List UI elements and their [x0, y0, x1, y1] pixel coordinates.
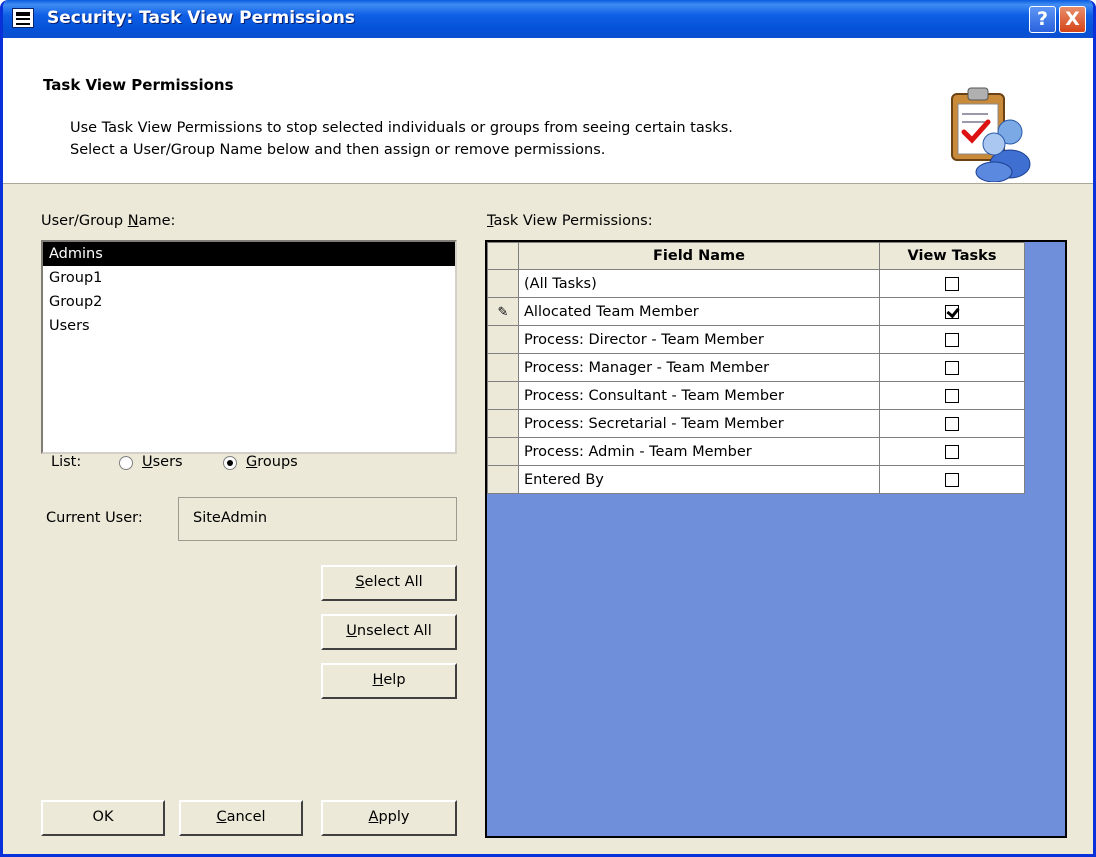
- radio-users-label[interactable]: Users: [142, 454, 183, 470]
- table-row[interactable]: Process: Manager - Team Member: [487, 353, 1025, 382]
- view-tasks-cell[interactable]: [879, 381, 1025, 410]
- header-description-line2: Select a User/Group Name below and then …: [70, 142, 606, 158]
- field-name-header[interactable]: Field Name: [518, 242, 880, 270]
- list-label: List:: [51, 454, 82, 470]
- field-name-cell[interactable]: Process: Secretarial - Team Member: [518, 409, 880, 438]
- header-panel: Task View Permissions Use Task View Perm…: [3, 38, 1093, 184]
- current-user-value: SiteAdmin: [193, 510, 268, 526]
- table-row[interactable]: (All Tasks): [487, 269, 1025, 298]
- close-button[interactable]: X: [1059, 6, 1086, 33]
- header-description-line1: Use Task View Permissions to stop select…: [70, 120, 733, 136]
- user-group-listbox[interactable]: Admins Group1 Group2 Users: [41, 240, 457, 454]
- view-tasks-checkbox[interactable]: [945, 360, 959, 375]
- view-tasks-checkbox[interactable]: [945, 304, 959, 319]
- table-row[interactable]: Process: Consultant - Team Member: [487, 381, 1025, 410]
- header-description: Use Task View Permissions to stop select…: [70, 117, 733, 161]
- view-tasks-checkbox[interactable]: [945, 472, 959, 487]
- row-selector-header: [487, 242, 519, 270]
- field-name-cell[interactable]: Allocated Team Member: [518, 297, 880, 326]
- user-group-label: User/Group Name:: [41, 213, 176, 229]
- field-name-cell[interactable]: Entered By: [518, 465, 880, 494]
- pencil-icon: ✎: [497, 304, 509, 320]
- help-title-button[interactable]: ?: [1029, 6, 1056, 33]
- row-selector[interactable]: [487, 325, 519, 354]
- title-bar[interactable]: Security: Task View Permissions ? X: [3, 0, 1093, 38]
- list-item[interactable]: Group2: [43, 290, 455, 314]
- table-row[interactable]: Process: Secretarial - Team Member: [487, 409, 1025, 438]
- row-selector[interactable]: [487, 381, 519, 410]
- field-name-cell[interactable]: (All Tasks): [518, 269, 880, 298]
- security-permissions-icon: [951, 87, 1031, 182]
- unselect-all-button[interactable]: Unselect All: [321, 614, 457, 650]
- permissions-grid[interactable]: Field Name View Tasks (All Tasks) ✎ Alloca…: [485, 240, 1067, 838]
- list-item[interactable]: Users: [43, 314, 455, 338]
- view-tasks-cell[interactable]: [879, 269, 1025, 298]
- permissions-table: Field Name View Tasks (All Tasks) ✎ Alloca…: [487, 242, 1025, 494]
- current-user-field: SiteAdmin: [178, 497, 457, 541]
- apply-button[interactable]: Apply: [321, 800, 457, 836]
- view-tasks-checkbox[interactable]: [945, 276, 959, 291]
- row-selector[interactable]: [487, 465, 519, 494]
- view-tasks-cell[interactable]: [879, 325, 1025, 354]
- table-row[interactable]: Entered By: [487, 465, 1025, 494]
- view-tasks-header[interactable]: View Tasks: [879, 242, 1025, 270]
- dialog-window: Security: Task View Permissions ? X Task…: [0, 0, 1096, 857]
- field-name-cell[interactable]: Process: Director - Team Member: [518, 325, 880, 354]
- table-row[interactable]: Process: Admin - Team Member: [487, 437, 1025, 466]
- window-title: Security: Task View Permissions: [47, 8, 356, 28]
- view-tasks-checkbox[interactable]: [945, 416, 959, 431]
- row-selector[interactable]: [487, 269, 519, 298]
- help-button[interactable]: Help: [321, 663, 457, 699]
- row-selector[interactable]: ✎: [487, 297, 519, 326]
- select-all-button[interactable]: Select All: [321, 565, 457, 601]
- view-tasks-checkbox[interactable]: [945, 444, 959, 459]
- view-tasks-cell[interactable]: [879, 353, 1025, 382]
- table-row[interactable]: Process: Director - Team Member: [487, 325, 1025, 354]
- view-tasks-checkbox[interactable]: [945, 332, 959, 347]
- radio-groups-label[interactable]: Groups: [246, 454, 298, 470]
- field-name-cell[interactable]: Process: Manager - Team Member: [518, 353, 880, 382]
- view-tasks-checkbox[interactable]: [945, 388, 959, 403]
- field-name-cell[interactable]: Process: Consultant - Team Member: [518, 381, 880, 410]
- view-tasks-cell[interactable]: [879, 437, 1025, 466]
- form-icon: [12, 8, 34, 28]
- ok-button[interactable]: OK: [41, 800, 165, 836]
- table-row[interactable]: ✎ Allocated Team Member: [487, 297, 1025, 326]
- cancel-button[interactable]: Cancel: [179, 800, 303, 836]
- row-selector[interactable]: [487, 437, 519, 466]
- header-title: Task View Permissions: [43, 76, 234, 94]
- radio-groups[interactable]: [223, 456, 237, 470]
- view-tasks-cell[interactable]: [879, 465, 1025, 494]
- view-tasks-cell[interactable]: [879, 297, 1025, 326]
- list-item[interactable]: Admins: [43, 242, 455, 266]
- row-selector[interactable]: [487, 353, 519, 382]
- radio-users[interactable]: [119, 456, 133, 470]
- field-name-cell[interactable]: Process: Admin - Team Member: [518, 437, 880, 466]
- view-tasks-cell[interactable]: [879, 409, 1025, 438]
- row-selector[interactable]: [487, 409, 519, 438]
- list-item[interactable]: Group1: [43, 266, 455, 290]
- current-user-label: Current User:: [46, 510, 143, 526]
- task-view-permissions-label: Task View Permissions:: [487, 213, 653, 229]
